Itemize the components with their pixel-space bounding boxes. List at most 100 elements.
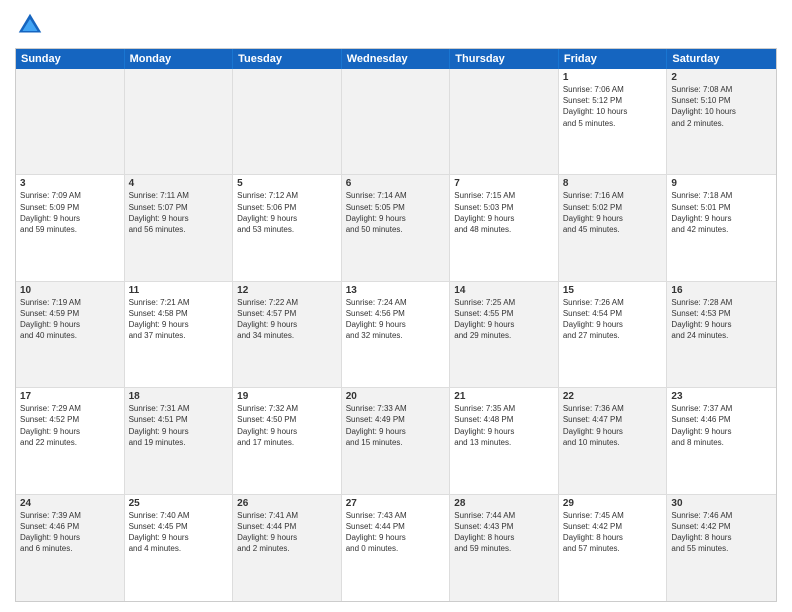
day-number: 22: [563, 391, 663, 402]
weekday-header: Monday: [125, 49, 234, 69]
day-number: 16: [671, 285, 772, 296]
calendar-cell: 28Sunrise: 7:44 AM Sunset: 4:43 PM Dayli…: [450, 495, 559, 601]
day-number: 23: [671, 391, 772, 402]
day-info: Sunrise: 7:25 AM Sunset: 4:55 PM Dayligh…: [454, 297, 554, 342]
day-number: 8: [563, 178, 663, 189]
calendar-cell: 26Sunrise: 7:41 AM Sunset: 4:44 PM Dayli…: [233, 495, 342, 601]
day-number: 5: [237, 178, 337, 189]
weekday-header: Sunday: [16, 49, 125, 69]
calendar-cell: 21Sunrise: 7:35 AM Sunset: 4:48 PM Dayli…: [450, 388, 559, 493]
calendar-row: 24Sunrise: 7:39 AM Sunset: 4:46 PM Dayli…: [16, 495, 776, 601]
calendar-cell: 23Sunrise: 7:37 AM Sunset: 4:46 PM Dayli…: [667, 388, 776, 493]
calendar-cell: [342, 69, 451, 174]
day-info: Sunrise: 7:09 AM Sunset: 5:09 PM Dayligh…: [20, 190, 120, 235]
day-number: 1: [563, 72, 663, 83]
calendar-cell: 6Sunrise: 7:14 AM Sunset: 5:05 PM Daylig…: [342, 175, 451, 280]
calendar-cell: 19Sunrise: 7:32 AM Sunset: 4:50 PM Dayli…: [233, 388, 342, 493]
calendar-cell: 20Sunrise: 7:33 AM Sunset: 4:49 PM Dayli…: [342, 388, 451, 493]
calendar-cell: 14Sunrise: 7:25 AM Sunset: 4:55 PM Dayli…: [450, 282, 559, 387]
day-info: Sunrise: 7:11 AM Sunset: 5:07 PM Dayligh…: [129, 190, 229, 235]
calendar-row: 10Sunrise: 7:19 AM Sunset: 4:59 PM Dayli…: [16, 282, 776, 388]
day-info: Sunrise: 7:36 AM Sunset: 4:47 PM Dayligh…: [563, 403, 663, 448]
calendar: SundayMondayTuesdayWednesdayThursdayFrid…: [15, 48, 777, 602]
day-number: 21: [454, 391, 554, 402]
day-info: Sunrise: 7:29 AM Sunset: 4:52 PM Dayligh…: [20, 403, 120, 448]
day-number: 24: [20, 498, 120, 509]
weekday-header: Saturday: [667, 49, 776, 69]
day-number: 15: [563, 285, 663, 296]
calendar-cell: 16Sunrise: 7:28 AM Sunset: 4:53 PM Dayli…: [667, 282, 776, 387]
day-number: 19: [237, 391, 337, 402]
day-info: Sunrise: 7:16 AM Sunset: 5:02 PM Dayligh…: [563, 190, 663, 235]
day-info: Sunrise: 7:15 AM Sunset: 5:03 PM Dayligh…: [454, 190, 554, 235]
day-number: 7: [454, 178, 554, 189]
calendar-cell: 30Sunrise: 7:46 AM Sunset: 4:42 PM Dayli…: [667, 495, 776, 601]
calendar-cell: [125, 69, 234, 174]
calendar-cell: 8Sunrise: 7:16 AM Sunset: 5:02 PM Daylig…: [559, 175, 668, 280]
day-info: Sunrise: 7:43 AM Sunset: 4:44 PM Dayligh…: [346, 510, 446, 555]
day-number: 18: [129, 391, 229, 402]
calendar-cell: 24Sunrise: 7:39 AM Sunset: 4:46 PM Dayli…: [16, 495, 125, 601]
day-info: Sunrise: 7:35 AM Sunset: 4:48 PM Dayligh…: [454, 403, 554, 448]
calendar-cell: 9Sunrise: 7:18 AM Sunset: 5:01 PM Daylig…: [667, 175, 776, 280]
day-number: 14: [454, 285, 554, 296]
calendar-cell: 12Sunrise: 7:22 AM Sunset: 4:57 PM Dayli…: [233, 282, 342, 387]
day-info: Sunrise: 7:19 AM Sunset: 4:59 PM Dayligh…: [20, 297, 120, 342]
day-number: 30: [671, 498, 772, 509]
day-number: 25: [129, 498, 229, 509]
calendar-cell: 7Sunrise: 7:15 AM Sunset: 5:03 PM Daylig…: [450, 175, 559, 280]
day-number: 29: [563, 498, 663, 509]
calendar-cell: 10Sunrise: 7:19 AM Sunset: 4:59 PM Dayli…: [16, 282, 125, 387]
day-number: 17: [20, 391, 120, 402]
calendar-cell: 17Sunrise: 7:29 AM Sunset: 4:52 PM Dayli…: [16, 388, 125, 493]
day-number: 13: [346, 285, 446, 296]
day-info: Sunrise: 7:12 AM Sunset: 5:06 PM Dayligh…: [237, 190, 337, 235]
calendar-cell: 4Sunrise: 7:11 AM Sunset: 5:07 PM Daylig…: [125, 175, 234, 280]
calendar-cell: 29Sunrise: 7:45 AM Sunset: 4:42 PM Dayli…: [559, 495, 668, 601]
day-info: Sunrise: 7:31 AM Sunset: 4:51 PM Dayligh…: [129, 403, 229, 448]
day-info: Sunrise: 7:22 AM Sunset: 4:57 PM Dayligh…: [237, 297, 337, 342]
day-number: 11: [129, 285, 229, 296]
day-info: Sunrise: 7:18 AM Sunset: 5:01 PM Dayligh…: [671, 190, 772, 235]
weekday-header: Thursday: [450, 49, 559, 69]
day-info: Sunrise: 7:44 AM Sunset: 4:43 PM Dayligh…: [454, 510, 554, 555]
day-info: Sunrise: 7:28 AM Sunset: 4:53 PM Dayligh…: [671, 297, 772, 342]
day-number: 20: [346, 391, 446, 402]
day-number: 4: [129, 178, 229, 189]
day-info: Sunrise: 7:46 AM Sunset: 4:42 PM Dayligh…: [671, 510, 772, 555]
calendar-cell: 13Sunrise: 7:24 AM Sunset: 4:56 PM Dayli…: [342, 282, 451, 387]
calendar-cell: [450, 69, 559, 174]
page: SundayMondayTuesdayWednesdayThursdayFrid…: [0, 0, 792, 612]
day-number: 10: [20, 285, 120, 296]
calendar-cell: [233, 69, 342, 174]
logo: [15, 10, 49, 40]
calendar-row: 3Sunrise: 7:09 AM Sunset: 5:09 PM Daylig…: [16, 175, 776, 281]
calendar-cell: 22Sunrise: 7:36 AM Sunset: 4:47 PM Dayli…: [559, 388, 668, 493]
calendar-cell: 18Sunrise: 7:31 AM Sunset: 4:51 PM Dayli…: [125, 388, 234, 493]
day-info: Sunrise: 7:37 AM Sunset: 4:46 PM Dayligh…: [671, 403, 772, 448]
day-number: 9: [671, 178, 772, 189]
day-info: Sunrise: 7:08 AM Sunset: 5:10 PM Dayligh…: [671, 84, 772, 129]
day-info: Sunrise: 7:24 AM Sunset: 4:56 PM Dayligh…: [346, 297, 446, 342]
calendar-row: 17Sunrise: 7:29 AM Sunset: 4:52 PM Dayli…: [16, 388, 776, 494]
weekday-header: Tuesday: [233, 49, 342, 69]
day-info: Sunrise: 7:14 AM Sunset: 5:05 PM Dayligh…: [346, 190, 446, 235]
calendar-cell: 15Sunrise: 7:26 AM Sunset: 4:54 PM Dayli…: [559, 282, 668, 387]
calendar-cell: 25Sunrise: 7:40 AM Sunset: 4:45 PM Dayli…: [125, 495, 234, 601]
day-info: Sunrise: 7:32 AM Sunset: 4:50 PM Dayligh…: [237, 403, 337, 448]
weekday-header: Friday: [559, 49, 668, 69]
calendar-row: 1Sunrise: 7:06 AM Sunset: 5:12 PM Daylig…: [16, 69, 776, 175]
day-number: 2: [671, 72, 772, 83]
day-info: Sunrise: 7:45 AM Sunset: 4:42 PM Dayligh…: [563, 510, 663, 555]
day-info: Sunrise: 7:40 AM Sunset: 4:45 PM Dayligh…: [129, 510, 229, 555]
calendar-cell: 27Sunrise: 7:43 AM Sunset: 4:44 PM Dayli…: [342, 495, 451, 601]
day-number: 12: [237, 285, 337, 296]
calendar-cell: 2Sunrise: 7:08 AM Sunset: 5:10 PM Daylig…: [667, 69, 776, 174]
day-info: Sunrise: 7:39 AM Sunset: 4:46 PM Dayligh…: [20, 510, 120, 555]
calendar-header: SundayMondayTuesdayWednesdayThursdayFrid…: [16, 49, 776, 69]
day-number: 28: [454, 498, 554, 509]
day-number: 6: [346, 178, 446, 189]
day-number: 26: [237, 498, 337, 509]
day-info: Sunrise: 7:33 AM Sunset: 4:49 PM Dayligh…: [346, 403, 446, 448]
day-info: Sunrise: 7:21 AM Sunset: 4:58 PM Dayligh…: [129, 297, 229, 342]
